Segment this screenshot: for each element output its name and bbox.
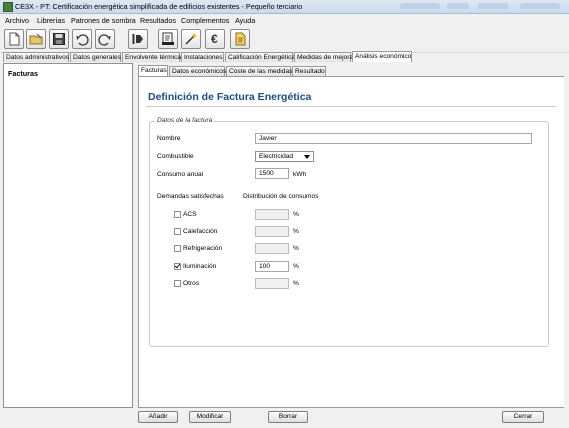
consumo-unit: kWh [293,171,307,178]
tab-instalaciones[interactable]: Instalaciones [181,52,224,62]
consumo-label: Consumo anual [157,171,204,178]
calefaccion-input[interactable] [255,226,289,237]
demandas-label: Demandas satisfechas [157,193,224,200]
new-file-icon [9,32,20,46]
modify-button[interactable]: Modificar [189,411,231,423]
checkbox-otros[interactable] [174,280,181,287]
left-panel: Facturas [3,63,133,408]
blurred-region [520,3,560,9]
distribucion-label: Distribución de consumos [243,193,319,200]
tab-envolvente-termica[interactable]: Envolvente térmica [122,52,181,62]
consumo-input[interactable]: 1500 [255,168,289,179]
economic-button[interactable]: € [205,29,225,49]
percent-unit: % [293,228,299,235]
iluminacion-input[interactable]: 100 [255,261,289,272]
save-button[interactable] [49,29,69,49]
undo-button[interactable] [72,29,92,49]
acs-input[interactable] [255,209,289,220]
otros-input[interactable] [255,278,289,289]
certificate-icon [162,32,174,45]
subtab-facturas[interactable]: Facturas [138,65,168,76]
menu-librerias[interactable]: Librerías [37,16,65,25]
new-file-button[interactable] [4,29,24,49]
checkbox-refrigeracion[interactable] [174,245,181,252]
blurred-region [447,3,469,9]
close-button[interactable]: Cerrar [502,411,544,423]
blurred-region [478,3,508,9]
calefaccion-label: Calefacción [183,228,218,235]
percent-unit: % [293,211,299,218]
window-title: CE3X - PT: Certificación energética simp… [15,2,303,11]
tab-calificacion[interactable]: Calificación Energética [225,52,295,62]
refrigeracion-input[interactable] [255,243,289,254]
combustible-select[interactable]: Electricidad [255,151,314,162]
euro-icon: € [211,32,218,46]
tab-medidas-mejora[interactable]: Medidas de mejora [294,52,353,62]
report-icon [235,32,246,46]
title-bar: CE3X - PT: Certificación energética simp… [0,0,569,14]
menu-complementos[interactable]: Complementos [181,16,229,25]
menu-resultados[interactable]: Resultados [140,16,176,25]
redo-button[interactable] [95,29,115,49]
subtab-resultado[interactable]: Resultado [292,66,326,76]
calculate-icon [185,33,197,45]
scrollbar[interactable] [564,63,569,408]
percent-unit: % [293,245,299,252]
percent-unit: % [293,280,299,287]
add-button[interactable]: Añadir [138,411,178,423]
tab-analisis-economico[interactable]: Análisis económico [352,51,412,62]
acs-label: ACS [183,211,197,218]
percent-unit: % [293,263,299,270]
group-label: Datos de la factura [155,117,215,124]
chevron-down-icon [304,155,310,159]
nombre-label: Nombre [157,135,181,142]
certificate-button[interactable] [158,29,178,49]
subtab-coste-medidas[interactable]: Coste de las medidas [226,66,292,76]
combustible-value: Electricidad [259,153,294,160]
tab-datos-generales[interactable]: Datos generales [70,52,121,62]
page-title: Definición de Factura Energética [148,91,312,103]
app-icon [3,2,13,12]
blurred-region [400,3,440,9]
import-icon [132,34,143,44]
import-button[interactable] [128,29,148,49]
iluminacion-label: Iluminación [183,263,217,270]
checkbox-iluminacion[interactable] [174,263,181,270]
calculate-button[interactable] [181,29,201,49]
undo-icon [76,34,89,46]
checkbox-calefaccion[interactable] [174,228,181,235]
divider [146,106,556,107]
checkbox-acs[interactable] [174,211,181,218]
otros-label: Otros [183,280,200,287]
nombre-input[interactable]: Javier [255,133,532,144]
menu-patrones[interactable]: Patrones de sombra [71,16,136,25]
toolbar: € [0,26,569,53]
save-icon [53,33,65,45]
subtab-datos-economicos[interactable]: Datos económicos [169,66,226,76]
redo-icon [98,34,111,46]
refrigeracion-label: Refrigeración [183,245,223,252]
tab-datos-administrativos[interactable]: Datos administrativos [3,52,69,62]
report-button[interactable] [230,29,250,49]
delete-button[interactable]: Borrar [268,411,308,423]
open-folder-icon [29,33,43,45]
menu-ayuda[interactable]: Ayuda [235,16,255,25]
menu-archivo[interactable]: Archivo [5,16,29,25]
combustible-label: Combustible [157,153,194,160]
list-item-facturas[interactable]: Facturas [8,69,38,78]
menu-bar: Archivo Librerías Patrones de sombra Res… [0,14,569,26]
open-button[interactable] [26,29,46,49]
